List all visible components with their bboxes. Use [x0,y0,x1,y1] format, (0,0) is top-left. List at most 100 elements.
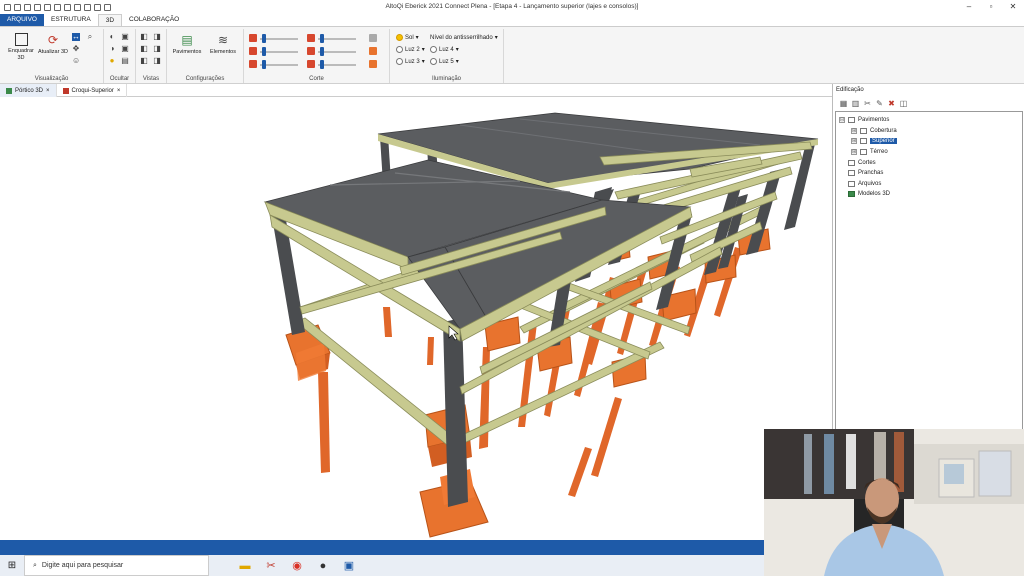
cut-plane-icon[interactable] [369,60,377,68]
tree-node-arquivos[interactable]: Arquivos [839,179,1019,190]
floor-icon [860,149,867,156]
view-front-icon[interactable]: ◧ [140,33,148,41]
ribbon-tabs: ARQUIVO ESTRUTURA 3D COLABORAÇÃO [0,14,1024,26]
minimize-button[interactable]: – [958,0,980,14]
sol-label: Sol [405,34,414,41]
vistas-label: Vistas [142,76,160,82]
walk-icon[interactable]: ☺ [72,57,80,65]
file-explorer-icon[interactable]: ▬ [235,555,255,576]
windows-start-button[interactable]: ⊞ [0,555,24,576]
pavimentos-label: Pavimentos [172,49,202,55]
edit-icon[interactable]: ✎ [875,99,884,108]
atualizar-label: Atualizar 3D [38,49,68,55]
cut-reset-icon[interactable] [369,34,377,42]
expand-icon[interactable]: ⊞ [851,127,857,134]
sol-dropdown[interactable]: Sol ▾ [396,34,419,41]
corte-label: Corte [309,76,324,82]
close-icon[interactable]: × [117,88,121,94]
luz4-toggle[interactable]: Luz 4 ▾ [430,46,459,53]
tree-node-label: Modelos 3D [858,191,891,198]
cut-y-min-icon [249,47,257,55]
tab-portico-3d[interactable]: Pórtico 3D × [0,84,57,97]
cut-x-min-icon [249,34,257,42]
show-icon[interactable]: ◑ [108,45,116,53]
search-icon: ⌕ [33,561,37,569]
eberick-app-icon[interactable]: ▣ [339,555,359,576]
chevron-down-icon: ▾ [494,35,498,41]
tab-3d[interactable]: 3D [97,14,123,26]
chrome-icon[interactable]: ◉ [287,555,307,576]
view-iso-icon[interactable]: ◨ [153,57,161,65]
delete-icon[interactable]: ✖ [887,99,896,108]
expand-icon[interactable]: ⊞ [851,149,857,156]
close-button[interactable]: ✕ [1002,0,1024,14]
chevron-down-icon: ▾ [455,47,459,53]
iluminacao-label: Iluminação [431,76,461,82]
show-all-icon[interactable]: ▣ [121,45,129,53]
view-back-icon[interactable]: ◨ [153,33,161,41]
tree-node-cobertura[interactable]: ⊞ Cobertura [839,126,1019,137]
tab-estrutura[interactable]: ESTRUTURA [44,14,98,26]
export-icon[interactable]: ◫ [899,99,908,108]
light-bulb-icon [430,46,437,53]
cut-y-max-icon [307,47,315,55]
select-mode-icon[interactable]: ↔ [72,33,80,41]
obs-icon[interactable]: ● [313,555,333,576]
group-vistas: ◧ ◨ ◧ ◨ ◧ ◨ Vistas [136,29,167,83]
tools-icon[interactable]: ✂ [863,99,872,108]
cut-box-icon[interactable] [369,47,377,55]
hide-all-icon[interactable]: ▣ [121,33,129,41]
enquadrar-3d-button[interactable]: Enquadrar 3D [4,33,38,62]
taskbar-search-box[interactable]: ⌕ Digite aqui para pesquisar [24,555,209,576]
window-title: AltoQi Eberick 2021 Connect Plena - [Eta… [385,3,639,10]
tree-node-terreo[interactable]: ⊞ Térreo [839,147,1019,158]
add-floor-icon[interactable]: ▥ [851,99,860,108]
tree-node-superior[interactable]: ⊞ Superior [839,136,1019,147]
folder-icon [848,117,855,124]
isolate-icon[interactable]: ▤ [121,57,129,65]
viewport-3d[interactable] [0,97,832,540]
light-icon[interactable]: ● [108,57,116,65]
antialias-dropdown[interactable]: Nível do antisserrilhado ▾ [430,34,498,42]
tree-node-pavimentos[interactable]: ⊟ Pavimentos [839,115,1019,126]
status-strip [0,540,764,555]
search-placeholder: Digite aqui para pesquisar [41,562,124,569]
tree-node-modelos-3d[interactable]: Modelos 3D [839,189,1019,200]
luz3-toggle[interactable]: Luz 3 ▾ [396,58,425,65]
pan-icon[interactable]: ✥ [72,45,80,53]
view-left-icon[interactable]: ◧ [140,45,148,53]
view-right-icon[interactable]: ◨ [153,45,161,53]
tree-node-cortes[interactable]: Cortes [839,157,1019,168]
tab-croqui-superior[interactable]: Croqui-Superior × [57,84,128,97]
title-bar: AltoQi Eberick 2021 Connect Plena - [Eta… [0,0,1024,14]
elementos-button[interactable]: ≋ Elementos [206,33,240,56]
tab-colaboracao[interactable]: COLABORAÇÃO [122,14,186,26]
luz2-toggle[interactable]: Luz 2 ▾ [396,46,425,53]
luz5-toggle[interactable]: Luz 5 ▾ [430,58,459,65]
zoom-icon[interactable]: ⌕ [86,33,94,41]
tab-arquivo[interactable]: ARQUIVO [0,14,44,26]
tree-node-label: Cobertura [870,127,897,134]
pavimentos-button[interactable]: ▤ Pavimentos [170,33,204,56]
cut-y-min-slider[interactable] [260,47,298,56]
atualizar-3d-button[interactable]: ⟳ Atualizar 3D [36,33,70,56]
folder-icon [848,191,855,198]
view-top-icon[interactable]: ◧ [140,57,148,65]
maximize-button[interactable]: ▫ [980,0,1002,14]
cut-y-max-slider[interactable] [318,47,356,56]
app-window: AltoQi Eberick 2021 Connect Plena - [Eta… [0,0,1024,576]
cut-z-min-slider[interactable] [260,60,298,69]
chevron-down-icon: ▾ [421,59,425,65]
expand-icon[interactable]: ⊞ [851,138,857,145]
collapse-icon[interactable]: ⊟ [839,117,845,124]
cut-x-min-slider[interactable] [260,34,298,43]
cut-z-max-slider[interactable] [318,60,356,69]
cut-x-max-slider[interactable] [318,34,356,43]
properties-icon[interactable]: ▦ [839,99,848,108]
snipping-tool-icon[interactable]: ✂ [261,555,281,576]
tree-node-pranchas[interactable]: Pranchas [839,168,1019,179]
sun-icon [396,34,403,41]
elementos-label: Elementos [210,49,236,55]
close-icon[interactable]: × [46,88,50,94]
hide-icon[interactable]: ◐ [108,33,116,41]
